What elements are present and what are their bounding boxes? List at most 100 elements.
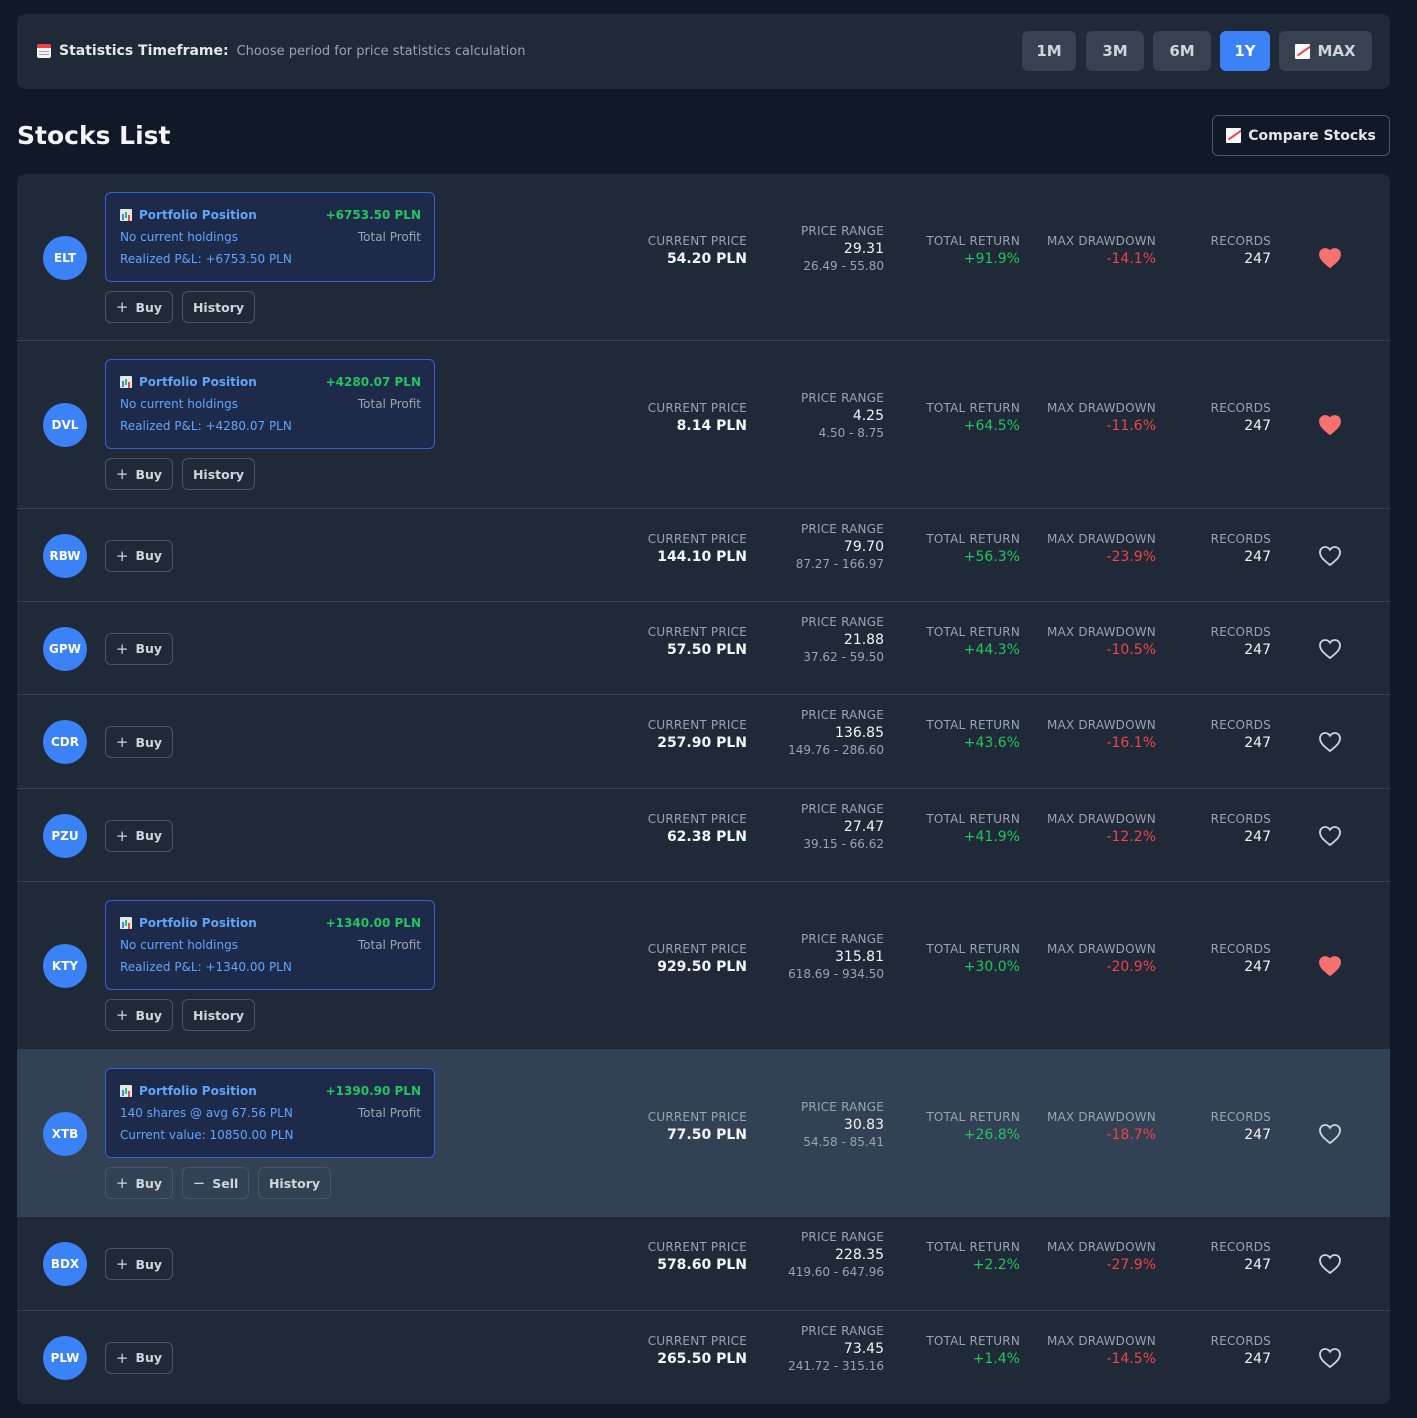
buy-button[interactable]: + Buy [105, 291, 173, 323]
max-drawdown-label: MAX DRAWDOWN [1046, 718, 1156, 732]
buy-label: Buy [135, 641, 163, 656]
price-range-value: 27.47 [843, 818, 884, 835]
history-button[interactable]: History [182, 999, 255, 1031]
records-label: RECORDS [1210, 624, 1271, 639]
favorite-heart-icon[interactable] [1318, 731, 1342, 753]
max-drawdown-value: -16.1% [1106, 735, 1156, 751]
max-drawdown: MAX DRAWDOWN -16.1% [1047, 718, 1156, 751]
history-button[interactable]: History [258, 1167, 331, 1199]
favorite-heart-icon[interactable] [1318, 1123, 1342, 1145]
price-range-span: 39.15 - 66.62 [803, 836, 884, 851]
total-return-value: +44.3% [963, 641, 1020, 658]
max-drawdown: MAX DRAWDOWN -14.1% [1047, 234, 1156, 267]
records: RECORDS 247 [1211, 532, 1271, 565]
current-price-value: 929.50 PLN [657, 959, 747, 975]
buy-button[interactable]: + Buy [105, 726, 173, 758]
buy-button[interactable]: + Buy [105, 819, 173, 852]
favorite-heart-icon[interactable] [1318, 825, 1342, 847]
current-price-value: 144.10 PLN [657, 548, 747, 565]
plus-icon: + [115, 1348, 129, 1367]
records-label: RECORDS [1210, 1109, 1271, 1124]
favorite-heart-icon[interactable] [1318, 638, 1342, 660]
price-range: PRICE RANGE 27.47 39.15 - 66.62 [801, 802, 884, 851]
total-return: TOTAL RETURN +91.9% [926, 234, 1020, 267]
favorite-heart-icon[interactable] [1318, 1347, 1342, 1369]
timeframe-1y-button[interactable]: 1Y [1220, 31, 1270, 71]
records-label: RECORDS [1210, 811, 1271, 826]
buy-button[interactable]: + Buy [105, 458, 173, 490]
records-label: RECORDS [1210, 401, 1271, 415]
stock-row: CDR + Buy CURRENT PRICE 257.90 PLN PRICE RANG… [17, 695, 1390, 789]
records: RECORDS 247 [1211, 401, 1271, 434]
sell-button[interactable]: − Sell [182, 1167, 249, 1199]
price-range-label: PRICE RANGE [800, 801, 884, 816]
current-price-value: 54.20 PLN [666, 250, 747, 267]
current-price-label: CURRENT PRICE [647, 718, 747, 732]
history-button[interactable]: History [182, 458, 255, 490]
current-price: CURRENT PRICE 265.50 PLN [648, 1334, 747, 1367]
stocks-list: ELT Portfolio Position +6753.50 PLN No curr… [17, 174, 1390, 1404]
buy-label: Buy [135, 1256, 163, 1272]
price-range-value: 4.25 [852, 408, 884, 424]
favorite-heart-icon[interactable] [1318, 247, 1342, 269]
max-drawdown: MAX DRAWDOWN -23.9% [1047, 532, 1156, 565]
max-drawdown-label: MAX DRAWDOWN [1046, 531, 1156, 546]
price-range-label: PRICE RANGE [800, 391, 884, 405]
plus-icon: + [115, 465, 129, 483]
favorite-heart-icon[interactable] [1318, 545, 1342, 567]
max-drawdown-label: MAX DRAWDOWN [1046, 942, 1156, 956]
buy-label: Buy [135, 828, 163, 843]
records-label: RECORDS [1210, 942, 1271, 956]
records: RECORDS 247 [1211, 718, 1271, 751]
stock-avatar: BDX [43, 1242, 87, 1286]
portfolio-position-title: Portfolio Position [120, 208, 257, 222]
records-label: RECORDS [1210, 1333, 1271, 1348]
buy-button[interactable]: + Buy [105, 1167, 173, 1199]
price-range-span: 149.76 - 286.60 [788, 743, 884, 757]
history-button[interactable]: History [182, 291, 255, 323]
bar-chart-icon [120, 376, 132, 388]
buy-button[interactable]: + Buy [105, 539, 173, 572]
favorite-heart-icon[interactable] [1318, 414, 1342, 436]
favorite-heart-icon[interactable] [1318, 1253, 1342, 1275]
favorite-heart-icon[interactable] [1318, 955, 1342, 977]
price-range-value: 228.35 [835, 1247, 884, 1263]
total-return-value: +26.8% [963, 1126, 1020, 1143]
total-return: TOTAL RETURN +41.9% [926, 812, 1020, 845]
records-value: 247 [1244, 828, 1271, 845]
current-price-label: CURRENT PRICE [647, 1333, 747, 1348]
holdings-text: No current holdings [120, 397, 238, 411]
total-profit-label: Total Profit [357, 938, 421, 952]
buy-label: Buy [135, 734, 163, 750]
total-return-value: +56.3% [963, 548, 1020, 565]
buy-button[interactable]: + Buy [105, 1341, 173, 1374]
price-range: PRICE RANGE 29.31 26.49 - 55.80 [801, 224, 884, 273]
total-return-value: +41.9% [963, 828, 1020, 845]
compare-stocks-button[interactable]: Compare Stocks [1212, 115, 1390, 156]
timeframe-6m-button[interactable]: 6M [1153, 31, 1211, 71]
total-return-label: TOTAL RETURN [926, 1240, 1020, 1254]
buy-button[interactable]: + Buy [105, 1248, 173, 1280]
current-price-value: 578.60 PLN [657, 1257, 747, 1273]
price-range: PRICE RANGE 228.35 419.60 - 647.96 [788, 1230, 884, 1279]
buy-button[interactable]: + Buy [105, 632, 173, 665]
stock-row: RBW + Buy CURRENT PRICE 144.10 PLN PRICE RANG… [17, 509, 1390, 602]
bar-chart-icon [120, 1085, 132, 1097]
timeframe-1m-button[interactable]: 1M [1022, 31, 1076, 71]
history-label: History [192, 1007, 245, 1023]
stock-row: DVL Portfolio Position +4280.07 PLN No curr… [17, 341, 1390, 509]
total-return-label: TOTAL RETURN [926, 624, 1020, 639]
max-drawdown-value: -18.7% [1106, 1126, 1156, 1143]
price-range: PRICE RANGE 4.25 4.50 - 8.75 [801, 391, 884, 440]
sell-label: Sell [212, 1175, 239, 1191]
timeframe-3m-button[interactable]: 3M [1086, 31, 1144, 71]
stock-avatar: DVL [43, 403, 87, 447]
stock-row: BDX + Buy CURRENT PRICE 578.60 PLN PRICE RANG… [17, 1217, 1390, 1311]
total-profit-label: Total Profit [357, 397, 421, 411]
timeframe-heading: Statistics Timeframe: Choose period for … [37, 43, 525, 59]
total-return-label: TOTAL RETURN [926, 718, 1020, 732]
price-range-value: 21.88 [843, 631, 884, 648]
timeframe-max-button[interactable]: MAX [1279, 31, 1372, 71]
records-label: RECORDS [1210, 1240, 1271, 1254]
buy-button[interactable]: + Buy [105, 999, 173, 1031]
